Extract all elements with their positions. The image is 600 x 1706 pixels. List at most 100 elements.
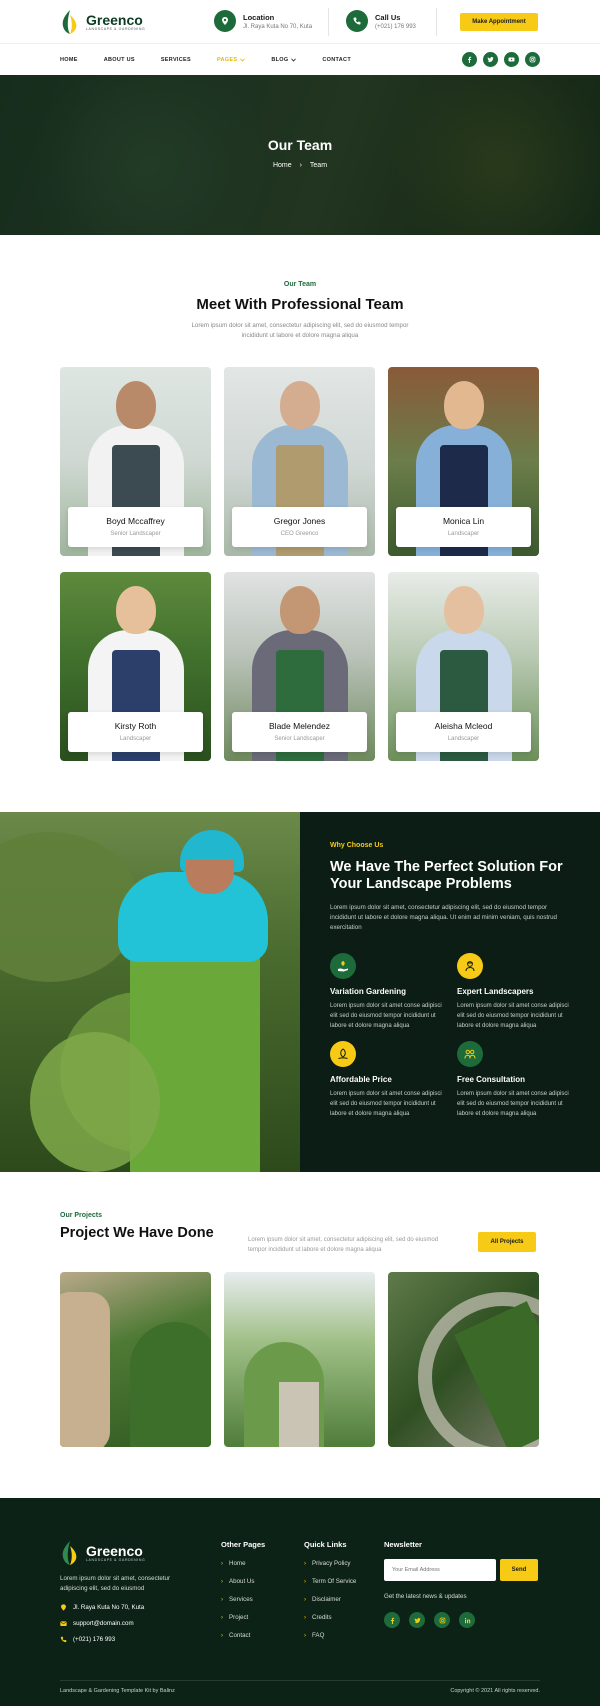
- top-header: Greenco LANDSCAPE & GARDENING Location J…: [0, 0, 600, 44]
- feature-desc: Lorem ipsum dolor sit amet conse adipisc…: [330, 1091, 442, 1117]
- footer-newsletter: Newsletter Send Get the latest news & up…: [384, 1540, 538, 1628]
- why-lead: Lorem ipsum dolor sit amet, consectetur …: [330, 904, 557, 931]
- footer-link[interactable]: › Contact: [221, 1632, 265, 1639]
- chevron-right-icon: ›: [221, 1578, 223, 1585]
- nav-blog-label: BLOG: [271, 56, 289, 63]
- all-projects-button[interactable]: All Projects: [478, 1232, 536, 1252]
- why-choose-us-section: Why Choose Us We Have The Perfect Soluti…: [0, 812, 600, 1172]
- footer-link[interactable]: › Privacy Policy: [304, 1560, 356, 1567]
- twitter-icon[interactable]: [409, 1612, 425, 1628]
- team-card[interactable]: Blade Melendez Senior Landscaper: [224, 572, 375, 761]
- member-info: Blade Melendez Senior Landscaper: [232, 712, 367, 752]
- twitter-icon[interactable]: [483, 52, 498, 67]
- footer-link[interactable]: › Disclaimer: [304, 1596, 356, 1603]
- member-name: Blade Melendez: [269, 721, 330, 731]
- breadcrumb-home[interactable]: Home: [273, 162, 292, 169]
- nav-services[interactable]: SERVICES: [161, 57, 191, 63]
- nav-pages-label: PAGES: [216, 56, 238, 63]
- feature-item: Variation Gardening Lorem ipsum dolor si…: [330, 953, 457, 1031]
- footer-link[interactable]: › Services: [221, 1596, 265, 1603]
- feature-item: Free Consultation Lorem ipsum dolor sit …: [457, 1041, 584, 1119]
- footer-address-text: Jl. Raya Kuta No 70, Kuta: [73, 1604, 145, 1611]
- team-card[interactable]: Monica Lin Landscaper: [388, 367, 539, 556]
- plant-hand-icon: [330, 953, 356, 979]
- footer-link[interactable]: › About Us: [221, 1578, 265, 1585]
- nav-pages[interactable]: PAGES: [216, 56, 246, 63]
- member-name: Boyd Mccaffrey: [106, 516, 165, 526]
- call-value: (+021) 176 993: [375, 23, 416, 30]
- call-label: Call Us: [375, 12, 401, 22]
- facebook-icon[interactable]: [462, 52, 477, 67]
- footer-link[interactable]: › Home: [221, 1560, 265, 1567]
- project-image[interactable]: [60, 1272, 211, 1447]
- team-grid: Boyd Mccaffrey Senior Landscaper Gregor …: [60, 367, 540, 761]
- facebook-icon[interactable]: [384, 1612, 400, 1628]
- member-info: Aleisha Mcleod Landscaper: [396, 712, 531, 752]
- mail-icon: [60, 1621, 67, 1626]
- footer-link-label: Services: [229, 1596, 253, 1603]
- chevron-right-icon: ›: [221, 1614, 223, 1621]
- newsletter-email-input[interactable]: [384, 1559, 496, 1581]
- team-card[interactable]: Kirsty Roth Landscaper: [60, 572, 211, 761]
- instagram-icon[interactable]: [525, 52, 540, 67]
- footer-link-label: About Us: [229, 1578, 255, 1585]
- breadcrumb: Home › Team: [0, 162, 600, 169]
- footer-link[interactable]: › FAQ: [304, 1632, 356, 1639]
- team-card[interactable]: Boyd Mccaffrey Senior Landscaper: [60, 367, 211, 556]
- member-photo: [443, 381, 484, 429]
- chevron-right-icon: ›: [304, 1614, 306, 1621]
- footer-phone-text: (+021) 176 993: [73, 1636, 116, 1643]
- hero-overlay: [0, 75, 600, 235]
- breadcrumb-current: Team: [309, 162, 328, 169]
- footer-link[interactable]: › Term Of Service: [304, 1578, 356, 1585]
- footer-link[interactable]: › Credits: [304, 1614, 356, 1621]
- project-image[interactable]: [388, 1272, 539, 1447]
- linkedin-icon[interactable]: [459, 1612, 475, 1628]
- member-role: Landscaper: [119, 736, 152, 742]
- footer-socials: [384, 1612, 538, 1628]
- feature-desc: Lorem ipsum dolor sit amet conse adipisc…: [457, 1003, 569, 1029]
- nav-home[interactable]: HOME: [60, 57, 78, 63]
- youtube-icon[interactable]: [504, 52, 519, 67]
- footer-heading: Newsletter: [384, 1540, 422, 1549]
- feature-item: Affordable Price Lorem ipsum dolor sit a…: [330, 1041, 457, 1119]
- header-divider: [328, 8, 329, 36]
- member-info: Kirsty Roth Landscaper: [68, 712, 203, 752]
- member-info: Gregor Jones CEO Greenco: [232, 507, 367, 547]
- team-card[interactable]: Gregor Jones CEO Greenco: [224, 367, 375, 556]
- projects-eyebrow: Our Projects: [60, 1212, 103, 1219]
- footer-phone[interactable]: (+021) 176 993: [60, 1636, 190, 1643]
- footer-divider: [60, 1680, 540, 1681]
- feature-title: Affordable Price: [330, 1075, 392, 1084]
- footer-link-label: Disclaimer: [312, 1596, 341, 1603]
- brand-tagline: LANDSCAPE & GARDENING: [86, 1558, 146, 1562]
- footer-copyright: Copyright © 2021 All rights reserved.: [450, 1688, 540, 1694]
- instagram-icon[interactable]: [434, 1612, 450, 1628]
- brand-name: Greenco: [86, 1543, 143, 1559]
- newsletter-note: Get the latest news & updates: [384, 1593, 467, 1600]
- page-title: Our Team: [267, 137, 333, 153]
- make-appointment-button[interactable]: Make Appointment: [460, 13, 538, 31]
- team-card[interactable]: Aleisha Mcleod Landscaper: [388, 572, 539, 761]
- footer-email[interactable]: support@domain.com: [60, 1620, 190, 1627]
- member-role: Landscaper: [447, 736, 480, 742]
- chevron-right-icon: ›: [221, 1560, 223, 1567]
- chevron-right-icon: ›: [304, 1632, 306, 1639]
- nav-about-us[interactable]: ABOUT US: [104, 57, 135, 63]
- logo[interactable]: Greenco LANDSCAPE & GARDENING: [60, 9, 145, 35]
- member-role: CEO Greenco: [280, 531, 319, 537]
- footer-link[interactable]: › Project: [221, 1614, 265, 1621]
- footer-credit: Landscape & Gardening Template Kit by Ba…: [60, 1688, 175, 1694]
- footer-link-label: Contact: [229, 1632, 251, 1639]
- newsletter-send-button[interactable]: Send: [500, 1559, 538, 1581]
- leaf-logo-icon: [62, 9, 77, 34]
- nav-blog[interactable]: BLOG: [271, 56, 297, 63]
- feature-desc: Lorem ipsum dolor sit amet conse adipisc…: [457, 1091, 569, 1117]
- footer-address: Jl. Raya Kuta No 70, Kuta: [60, 1604, 190, 1611]
- location-pin-icon: [214, 10, 236, 32]
- nav-contact[interactable]: CONTACT: [322, 57, 351, 63]
- member-photo: [279, 381, 320, 429]
- footer-logo[interactable]: Greenco LANDSCAPE & GARDENING: [60, 1540, 190, 1566]
- footer-email-text: support@domain.com: [73, 1620, 134, 1627]
- project-image[interactable]: [224, 1272, 375, 1447]
